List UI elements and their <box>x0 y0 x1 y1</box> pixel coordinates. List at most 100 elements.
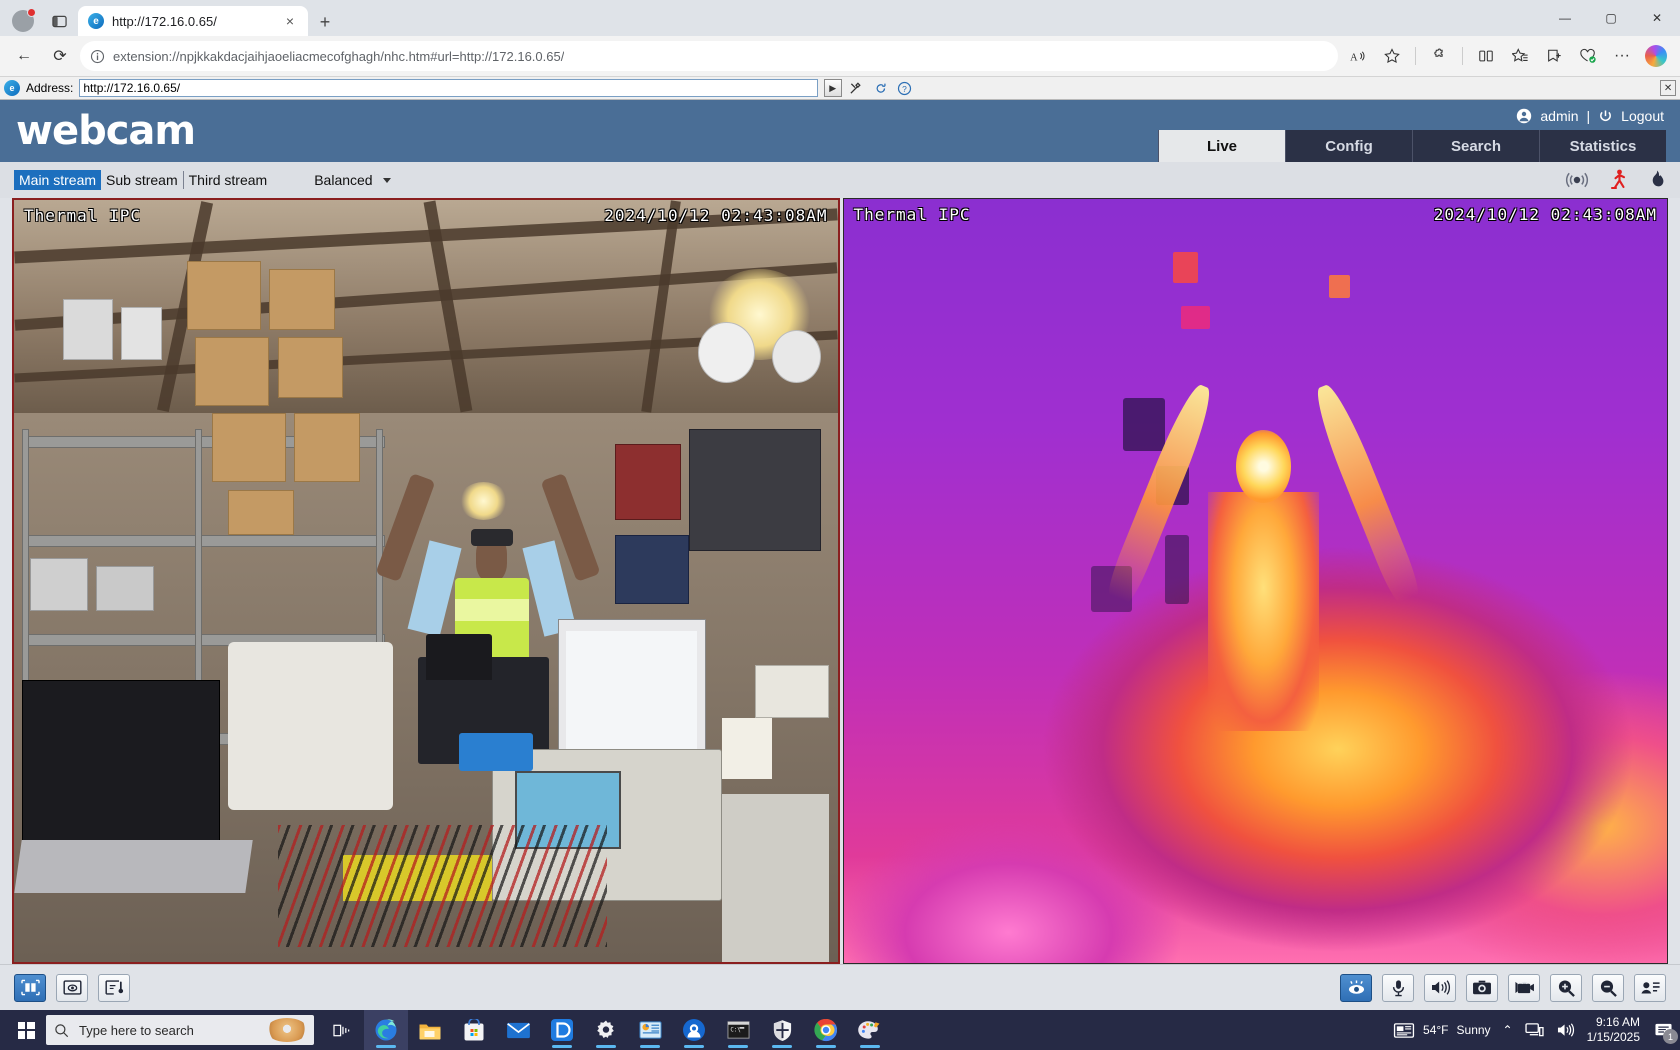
weather-widget[interactable]: 54°F Sunny <box>1393 1022 1491 1039</box>
terminal-icon[interactable]: C:\ <box>716 1010 760 1050</box>
task-view-icon[interactable] <box>320 1010 364 1050</box>
reload-button[interactable]: ⟳ <box>44 41 76 71</box>
split-screen-layout-icon[interactable] <box>14 974 46 1002</box>
microsoft-store-icon[interactable] <box>452 1010 496 1050</box>
tab-live[interactable]: Live <box>1158 130 1285 162</box>
snapshot-camera-icon[interactable] <box>1466 974 1498 1002</box>
presentation-app-icon[interactable] <box>628 1010 672 1050</box>
osd-camera-name-thermal: Thermal IPC <box>854 205 971 224</box>
file-explorer-icon[interactable] <box>408 1010 452 1050</box>
notification-count-badge: 1 <box>1663 1029 1678 1044</box>
video-pane-visible[interactable]: Thermal IPC 2024/10/12 02:43:08AM <box>12 198 840 964</box>
webcam-header: webcam admin | Logout Live Config Search… <box>0 100 1680 162</box>
window-controls: — ▢ ✕ <box>1542 0 1680 36</box>
thermal-torso <box>1208 492 1319 731</box>
webcam-page: webcam admin | Logout Live Config Search… <box>0 100 1680 1010</box>
tab-statistics[interactable]: Statistics <box>1539 130 1666 162</box>
refresh-icon[interactable] <box>872 79 890 97</box>
browser-tab[interactable]: e http://172.16.0.65/ × <box>78 6 308 36</box>
copilot-glyph <box>1645 45 1667 67</box>
camera-config-app-icon[interactable] <box>672 1010 716 1050</box>
extension-close-button[interactable]: ✕ <box>1660 80 1676 96</box>
edge-icon: e <box>88 13 104 29</box>
temperature-measure-icon[interactable] <box>98 974 130 1002</box>
speaker-icon[interactable] <box>1424 974 1456 1002</box>
tools-icon[interactable] <box>848 79 866 97</box>
visible-light-scene <box>14 200 838 962</box>
copilot-icon[interactable] <box>1640 41 1672 71</box>
stream-tab-third[interactable]: Third stream <box>184 170 273 190</box>
quality-dropdown[interactable]: Balanced <box>314 172 390 188</box>
mail-icon[interactable] <box>496 1010 540 1050</box>
microphone-icon[interactable] <box>1382 974 1414 1002</box>
osd-timestamp-thermal: 2024/10/12 02:43:08AM <box>1434 205 1657 224</box>
search-icon <box>54 1023 69 1038</box>
windows-start-icon[interactable] <box>6 1010 46 1050</box>
tab-actions-icon[interactable] <box>42 6 76 36</box>
profile-avatar[interactable] <box>6 6 40 36</box>
video-grid: Thermal IPC 2024/10/12 02:43:08AM <box>0 198 1680 964</box>
logout-button[interactable]: Logout <box>1621 108 1664 124</box>
taskbar-search-box[interactable]: Type here to search <box>46 1015 314 1045</box>
notification-icon[interactable]: 1 <box>1652 1019 1674 1041</box>
thermal-person <box>1091 337 1437 857</box>
read-aloud-icon[interactable]: A <box>1342 41 1374 71</box>
avatar <box>12 10 34 32</box>
go-button[interactable]: ▶ <box>824 79 842 97</box>
collections-icon[interactable] <box>1504 41 1536 71</box>
windows-defender-icon[interactable] <box>760 1010 804 1050</box>
extension-address-input[interactable]: http://172.16.0.65/ <box>79 79 817 97</box>
favorite-star-icon[interactable] <box>1376 41 1408 71</box>
chrome-icon[interactable] <box>804 1010 848 1050</box>
extensions-icon[interactable] <box>1423 41 1455 71</box>
address-label: Address: <box>26 81 73 95</box>
info-icon[interactable] <box>90 49 105 64</box>
address-bar[interactable]: extension://npjkkakdacjaihjaoeliacmecofg… <box>80 41 1338 71</box>
record-video-icon[interactable] <box>1508 974 1540 1002</box>
stream-tab-main[interactable]: Main stream <box>14 170 101 190</box>
more-icon[interactable]: ··· <box>1606 41 1638 71</box>
alarm-sensor-icon[interactable] <box>1564 170 1590 190</box>
settings-gear-icon[interactable] <box>584 1010 628 1050</box>
fire-flame-icon[interactable] <box>1648 169 1666 191</box>
stream-tab-sub[interactable]: Sub stream <box>101 170 183 190</box>
new-tab-button[interactable]: + <box>310 8 340 36</box>
layout-controls <box>14 974 130 1002</box>
add-collection-icon[interactable] <box>1538 41 1570 71</box>
chevron-down-icon <box>383 178 391 183</box>
zoom-out-icon[interactable] <box>1592 974 1624 1002</box>
face-record-icon[interactable] <box>1634 974 1666 1002</box>
url-text: extension://npjkkakdacjaihjaoeliacmecofg… <box>113 49 564 64</box>
close-window-button[interactable]: ✕ <box>1634 0 1680 36</box>
tab-search[interactable]: Search <box>1412 130 1539 162</box>
toolbar-divider-2 <box>1462 47 1463 65</box>
donut-icon <box>266 1018 308 1042</box>
status-icons <box>1564 169 1666 191</box>
browser-navbar: ← ⟳ extension://npjkkakdacjaihjaoeliacme… <box>0 36 1680 76</box>
osd-camera-name: Thermal IPC <box>24 206 141 225</box>
webcam-main-tabs: Live Config Search Statistics <box>1158 130 1666 162</box>
edge-icon[interactable] <box>364 1010 408 1050</box>
minimize-button[interactable]: — <box>1542 0 1588 36</box>
tab-config[interactable]: Config <box>1285 130 1412 162</box>
zoom-in-icon[interactable] <box>1550 974 1582 1002</box>
volume-icon[interactable] <box>1556 1022 1575 1038</box>
tray-expand-chevron-icon[interactable]: ⌃ <box>1503 1023 1513 1037</box>
back-button[interactable]: ← <box>8 41 40 71</box>
shopping-icon[interactable] <box>1572 41 1604 71</box>
close-icon[interactable]: × <box>280 11 300 31</box>
split-screen-icon[interactable] <box>1470 41 1502 71</box>
preview-eye-icon[interactable] <box>56 974 88 1002</box>
live-eye-icon[interactable] <box>1340 974 1372 1002</box>
motion-person-icon[interactable] <box>1610 169 1628 191</box>
taskbar-clock[interactable]: 9:16 AM 1/15/2025 <box>1587 1015 1640 1045</box>
thermal-scene <box>844 199 1668 963</box>
stream-tabs: Main stream Sub stream Third stream <box>14 170 272 190</box>
help-icon[interactable]: ? <box>896 79 914 97</box>
network-icon[interactable] <box>1525 1022 1544 1038</box>
power-icon[interactable] <box>1598 109 1613 124</box>
maximize-button[interactable]: ▢ <box>1588 0 1634 36</box>
paint-icon[interactable] <box>848 1010 892 1050</box>
video-pane-thermal[interactable]: Thermal IPC 2024/10/12 02:43:08AM <box>843 198 1669 964</box>
blue-d-app-icon[interactable] <box>540 1010 584 1050</box>
